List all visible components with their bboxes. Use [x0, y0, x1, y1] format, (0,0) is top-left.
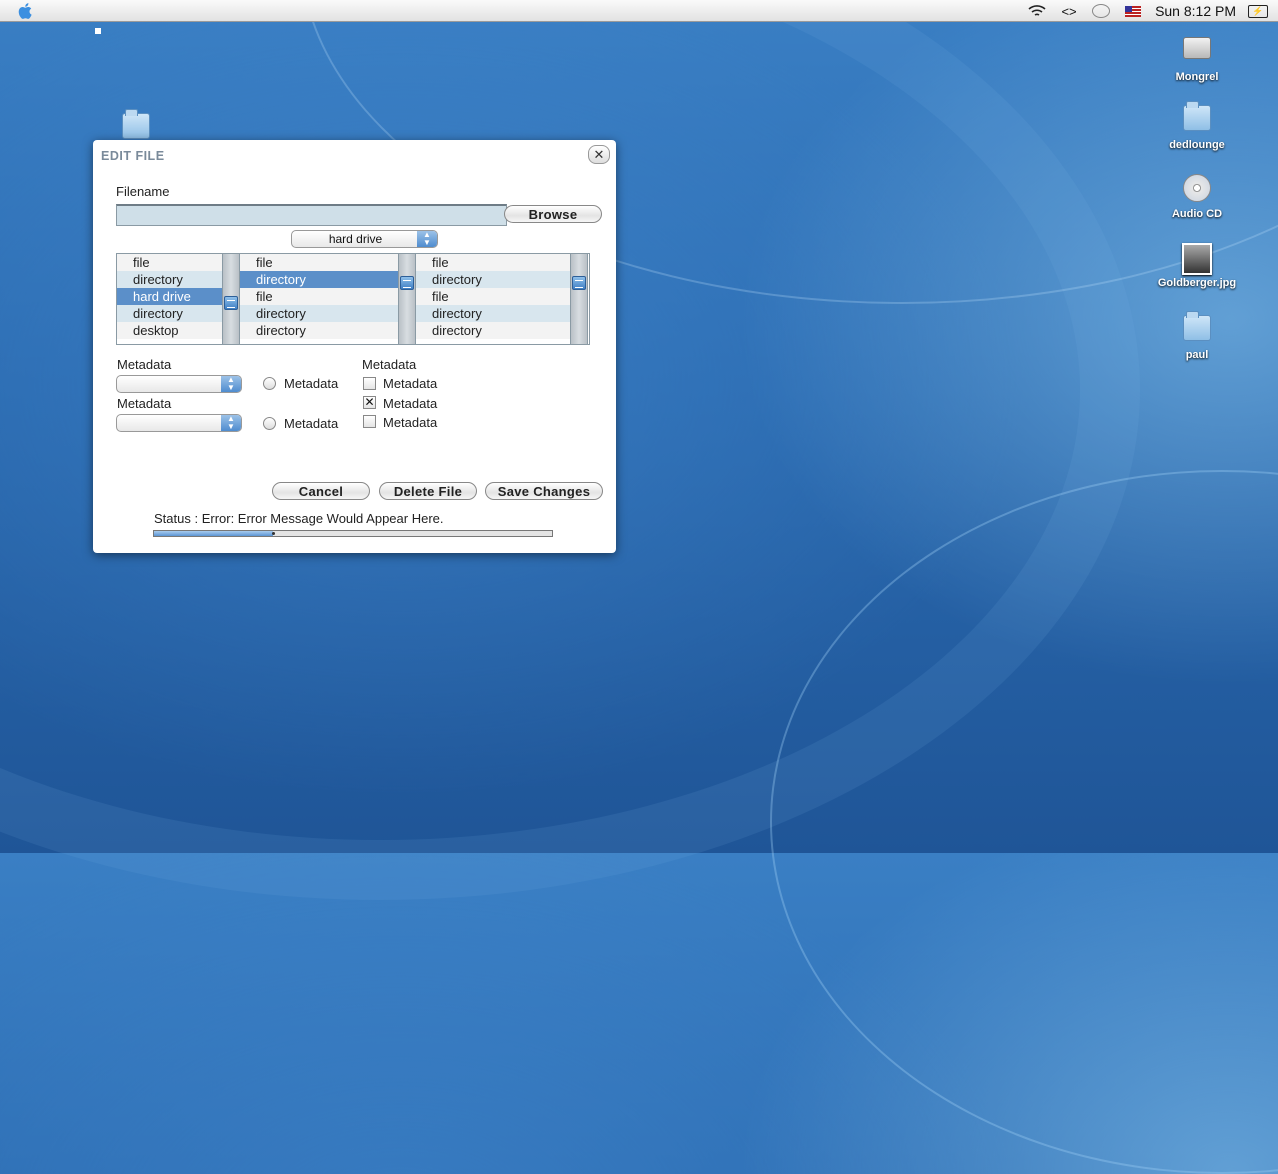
metadata-select-1-label: Metadata	[117, 357, 172, 372]
metadata-checkbox-2-label: Metadata	[383, 396, 438, 411]
desktop-icon-label: dedlounge	[1169, 139, 1225, 151]
column-2-scrollbar[interactable]	[398, 254, 416, 344]
browser-row[interactable]: desktop	[117, 322, 222, 339]
metadata-checkbox-2[interactable]: ✕	[363, 396, 376, 409]
desktop-folder-hidden[interactable]	[91, 109, 181, 139]
wifi-icon[interactable]	[1027, 3, 1047, 19]
column-3-scrollbar[interactable]	[570, 254, 588, 344]
apple-icon[interactable]	[17, 2, 35, 20]
browser-column-2: file directory file directory directory	[240, 254, 398, 344]
metadata-radio-1[interactable]	[263, 377, 276, 390]
chevron-up-down-icon: ▲ ▼	[221, 415, 241, 431]
browser-row[interactable]: directory	[416, 322, 570, 339]
cd-icon	[1183, 174, 1211, 202]
code-icon[interactable]: <>	[1059, 3, 1079, 19]
chevron-up-down-icon: ▲ ▼	[417, 231, 437, 247]
file-browser: file directory hard drive directory desktop …	[116, 253, 590, 345]
scroll-thumb[interactable]	[572, 276, 586, 290]
metadata-radio-2-label: Metadata	[284, 416, 339, 431]
dialog-title: EDIT FILE	[101, 149, 165, 163]
browser-row[interactable]: directory	[416, 271, 570, 288]
desktop-icon-paul[interactable]: paul	[1152, 311, 1242, 361]
desktop-icon-label: Audio CD	[1171, 208, 1223, 220]
progress-marker	[272, 532, 275, 535]
image-file-icon	[1182, 243, 1212, 275]
filename-label: Filename	[116, 184, 170, 199]
desktop-icon-audio-cd[interactable]: Audio CD	[1152, 172, 1242, 220]
chevron-up-down-icon: ▲ ▼	[221, 376, 241, 392]
metadata-radio-2[interactable]	[263, 417, 276, 430]
browse-button-label: Browse	[528, 207, 578, 222]
folder-icon	[1183, 101, 1211, 131]
metadata-checkbox-1-label: Metadata	[383, 376, 438, 391]
flag-icon[interactable]	[1123, 3, 1143, 19]
browser-column-1: file directory hard drive directory desktop	[117, 254, 222, 344]
desktop-icon-label: paul	[1185, 349, 1209, 361]
status-progress-bar	[153, 530, 553, 537]
browser-row[interactable]: file	[416, 254, 570, 271]
menubar-clock[interactable]: Sun 8:12 PM	[1155, 3, 1236, 19]
desktop-icon-mongrel[interactable]: Mongrel	[1152, 32, 1242, 83]
column-1-scrollbar[interactable]	[222, 254, 240, 344]
metadata-checkbox-1[interactable]	[363, 377, 376, 390]
edit-file-dialog: EDIT FILE ✕ Filename Browse hard drive ▲…	[93, 140, 616, 553]
status-text: Status : Error: Error Message Would Appe…	[154, 511, 444, 526]
browser-row[interactable]: directory	[240, 271, 398, 288]
browser-row[interactable]: file	[416, 288, 570, 305]
folder-icon	[1183, 311, 1211, 341]
browser-column-3: file directory file directory directory	[416, 254, 570, 344]
browser-row[interactable]: directory	[117, 305, 222, 322]
delete-file-button[interactable]: Delete File	[379, 482, 477, 500]
metadata-select-2-label: Metadata	[117, 396, 172, 411]
scroll-thumb[interactable]	[224, 296, 238, 310]
browser-row[interactable]: file	[240, 254, 398, 271]
browser-row[interactable]: directory	[416, 305, 570, 322]
browser-row[interactable]: file	[117, 254, 222, 271]
desktop-icon-label: Goldberger.jpg	[1157, 277, 1237, 289]
desktop-icon-dedlounge[interactable]: dedlounge	[1152, 101, 1242, 151]
browse-button[interactable]: Browse	[504, 205, 602, 223]
browser-row[interactable]: file	[240, 288, 398, 305]
speech-bubble-icon[interactable]	[1091, 3, 1111, 19]
browser-row[interactable]: directory	[240, 322, 398, 339]
metadata-select-2[interactable]: ▲ ▼	[116, 414, 242, 432]
battery-icon[interactable]: ⚡	[1248, 3, 1268, 19]
save-changes-button[interactable]: Save Changes	[485, 482, 603, 500]
metadata-checkbox-group-label: Metadata	[362, 357, 417, 372]
progress-fill	[154, 531, 273, 536]
location-popup[interactable]: hard drive ▲ ▼	[291, 230, 438, 248]
close-button[interactable]: ✕	[588, 145, 610, 164]
desktop-selection-marker	[95, 28, 101, 34]
cancel-button[interactable]: Cancel	[272, 482, 370, 500]
folder-icon	[122, 109, 150, 139]
browser-row[interactable]: hard drive	[117, 288, 222, 305]
metadata-checkbox-3[interactable]	[363, 415, 376, 428]
location-popup-value: hard drive	[328, 232, 383, 246]
menubar: <> Sun 8:12 PM ⚡	[0, 0, 1278, 22]
metadata-checkbox-3-label: Metadata	[383, 415, 438, 430]
scroll-thumb[interactable]	[400, 276, 414, 290]
desktop-icon-goldberger[interactable]: Goldberger.jpg	[1152, 242, 1242, 289]
close-icon: ✕	[593, 147, 605, 162]
filename-input[interactable]	[116, 204, 507, 226]
hard-disk-icon	[1183, 37, 1211, 59]
metadata-select-1[interactable]: ▲ ▼	[116, 375, 242, 393]
desktop-icon-label: Mongrel	[1175, 71, 1219, 83]
browser-row[interactable]: directory	[240, 305, 398, 322]
browser-row[interactable]: directory	[117, 271, 222, 288]
metadata-radio-1-label: Metadata	[284, 376, 339, 391]
checkmark-icon: ✕	[364, 395, 375, 409]
